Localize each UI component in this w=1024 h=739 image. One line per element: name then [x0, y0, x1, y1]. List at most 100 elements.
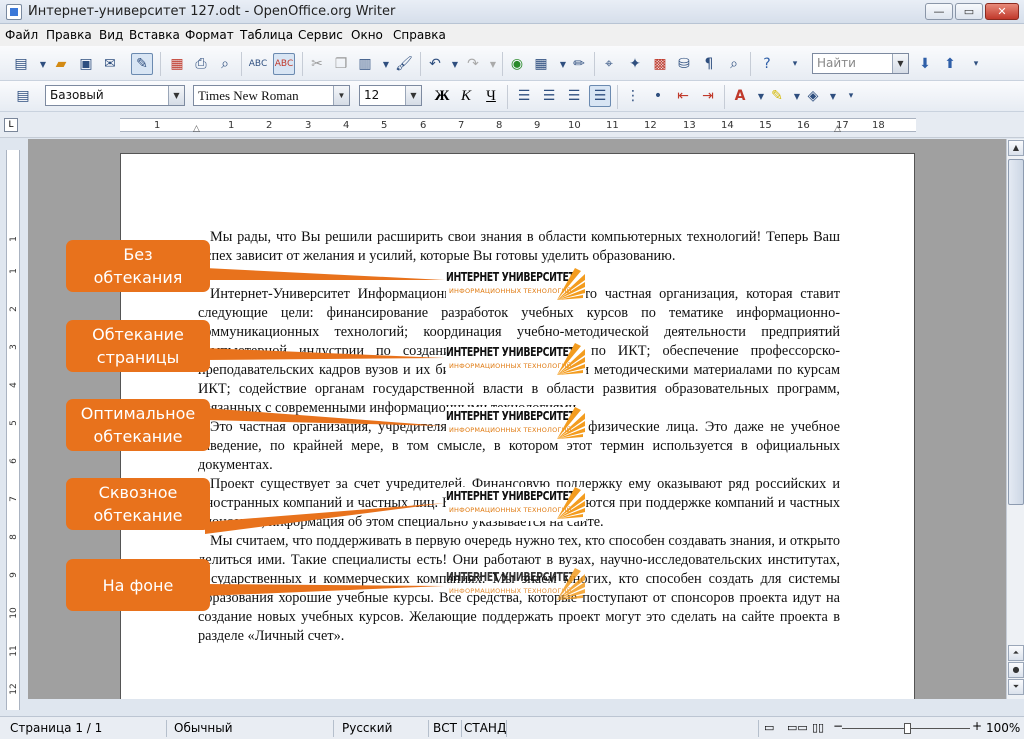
print-preview-icon[interactable]: ⌕: [214, 53, 236, 75]
find-input[interactable]: Найти ▼: [812, 53, 909, 74]
tab-stop-selector[interactable]: L: [4, 118, 18, 132]
find-replace-icon[interactable]: ⌖: [598, 53, 620, 75]
print-icon[interactable]: ⎙: [190, 53, 212, 75]
numbering-icon[interactable]: ⋮: [622, 85, 644, 107]
export-pdf-icon[interactable]: ▦: [166, 53, 188, 75]
zoom-in-icon[interactable]: +: [972, 719, 982, 733]
formatting-toolbar-options-icon[interactable]: ▾: [840, 85, 862, 107]
open-icon[interactable]: ▰: [50, 53, 72, 75]
navigation-icon[interactable]: ●: [1008, 662, 1024, 678]
increase-indent-icon[interactable]: ⇥: [697, 85, 719, 107]
paragraph-style-dropdown-icon[interactable]: ▼: [168, 86, 184, 105]
menu-view[interactable]: Вид: [99, 28, 123, 42]
save-icon[interactable]: ▣: [75, 53, 97, 75]
logo-image-page-wrap[interactable]: ИНТЕРНЕТ УНИВЕРСИТЕТ ИНФОРМАЦИОННЫХ ТЕХН…: [446, 343, 586, 377]
logo-image-through-wrap[interactable]: ИНТЕРНЕТ УНИВЕРСИТЕТ ИНФОРМАЦИОННЫХ ТЕХН…: [446, 487, 586, 521]
align-left-icon[interactable]: ☰: [513, 85, 535, 107]
callout-line: На фоне: [102, 575, 174, 595]
font-name-select[interactable]: Times New Roman ▼: [193, 85, 350, 106]
table-icon[interactable]: ▦: [530, 53, 552, 75]
menu-insert[interactable]: Вставка: [129, 28, 180, 42]
draw-functions-icon[interactable]: ✏: [568, 53, 590, 75]
vertical-scrollbar[interactable]: ▲ ⏶ ● ⏷: [1006, 139, 1024, 699]
selection-mode[interactable]: СТАНД: [464, 721, 506, 735]
copy-icon[interactable]: ❐: [330, 53, 352, 75]
font-size-dropdown-icon[interactable]: ▼: [405, 86, 421, 105]
horizontal-ruler[interactable]: 1 1 2 3 4 5 6 7 8 9 10 11 12 13 14 15 16…: [120, 118, 916, 134]
align-right-icon[interactable]: ☰: [563, 85, 585, 107]
page-style[interactable]: Обычный: [174, 721, 233, 735]
logo-image-no-wrap[interactable]: ИНТЕРНЕТ УНИВЕРСИТЕТ ИНФОРМАЦИОННЫХ ТЕХН…: [446, 268, 586, 302]
close-button[interactable]: ✕: [985, 3, 1019, 20]
navigator-icon[interactable]: ✦: [624, 53, 646, 75]
insert-mode[interactable]: ВСТ: [433, 721, 457, 735]
styles-formatting-icon[interactable]: ▤: [12, 85, 34, 107]
logo-image-optimal-wrap[interactable]: ИНТЕРНЕТ УНИВЕРСИТЕТ ИНФОРМАЦИОННЫХ ТЕХН…: [446, 407, 586, 441]
font-name-dropdown-icon[interactable]: ▼: [333, 86, 349, 105]
menu-window[interactable]: Окно: [351, 28, 383, 42]
page-indicator[interactable]: Страница 1 / 1: [10, 721, 102, 735]
paste-icon[interactable]: ▥: [354, 53, 376, 75]
menu-edit[interactable]: Правка: [46, 28, 92, 42]
italic-button[interactable]: К: [455, 85, 477, 107]
decrease-indent-icon[interactable]: ⇤: [672, 85, 694, 107]
hyperlink-icon[interactable]: ◉: [506, 53, 528, 75]
align-center-icon[interactable]: ☰: [538, 85, 560, 107]
bullets-icon[interactable]: •: [647, 85, 669, 107]
data-sources-icon[interactable]: ⛁: [673, 53, 695, 75]
find-next-icon[interactable]: ⬇: [914, 53, 936, 75]
view-single-page-icon[interactable]: ▭: [764, 721, 774, 734]
zoom-slider-knob[interactable]: [904, 723, 911, 734]
zoom-level[interactable]: 100%: [986, 721, 1020, 735]
logo-image-background[interactable]: ИНТЕРНЕТ УНИВЕРСИТЕТ ИНФОРМАЦИОННЫХ ТЕХН…: [446, 568, 586, 602]
redo-icon[interactable]: ↷: [462, 53, 484, 75]
next-page-icon[interactable]: ⏷: [1008, 679, 1024, 695]
menu-format[interactable]: Формат: [185, 28, 234, 42]
previous-page-icon[interactable]: ⏶: [1008, 645, 1024, 661]
toolbar-options-icon[interactable]: ▾: [784, 53, 806, 75]
right-indent-marker[interactable]: △: [834, 124, 841, 134]
formatting-marks-icon[interactable]: ¶: [698, 53, 720, 75]
spellcheck-icon[interactable]: ABC: [247, 53, 269, 75]
email-icon[interactable]: ✉: [99, 53, 121, 75]
menu-help[interactable]: Справка: [393, 28, 446, 42]
language-indicator[interactable]: Русский: [342, 721, 392, 735]
find-dropdown-icon[interactable]: ▼: [892, 54, 908, 73]
view-book-icon[interactable]: ▯▯: [812, 721, 824, 734]
bold-button[interactable]: Ж: [431, 85, 453, 107]
underline-button[interactable]: Ч: [480, 85, 502, 107]
paragraph-style-select[interactable]: Базовый ▼: [45, 85, 185, 106]
edit-mode-icon[interactable]: ✎: [131, 53, 153, 75]
find-toolbar-options-icon[interactable]: ▾: [965, 53, 987, 75]
help-icon[interactable]: ?: [756, 53, 778, 75]
logo-subtitle: ИНФОРМАЦИОННЫХ ТЕХНОЛОГИЙ: [449, 506, 572, 514]
autospellcheck-icon[interactable]: ABC: [273, 53, 295, 75]
callout-line: Сквозное: [98, 483, 178, 502]
clone-formatting-icon[interactable]: 🖌: [393, 53, 415, 75]
minimize-button[interactable]: —: [925, 3, 953, 20]
zoom-out-icon[interactable]: −: [833, 719, 843, 733]
font-size-select[interactable]: 12 ▼: [359, 85, 422, 106]
vertical-ruler[interactable]: 1 1 2 3 4 5 6 7 8 9 10 11 12: [6, 150, 20, 710]
menu-file[interactable]: Файл: [5, 28, 38, 42]
cut-icon[interactable]: ✂: [306, 53, 328, 75]
menu-tools[interactable]: Сервис: [298, 28, 343, 42]
scroll-thumb[interactable]: [1008, 159, 1024, 505]
paragraph[interactable]: Мы рады, что Вы решили расширить свои зн…: [198, 228, 840, 266]
gallery-icon[interactable]: ▩: [649, 53, 671, 75]
justify-icon[interactable]: ☰: [589, 85, 611, 107]
zoom-icon[interactable]: ⌕: [723, 53, 745, 75]
maximize-button[interactable]: ▭: [955, 3, 983, 20]
highlighting-icon[interactable]: ✎: [766, 85, 788, 107]
menu-table[interactable]: Таблица: [240, 28, 293, 42]
font-color-icon[interactable]: A: [729, 85, 751, 107]
find-previous-icon[interactable]: ⬆: [939, 53, 961, 75]
redo-dropdown-icon[interactable]: ▼: [482, 53, 504, 75]
document-page[interactable]: Мы рады, что Вы решили расширить свои зн…: [120, 153, 915, 699]
new-document-icon[interactable]: ▤: [10, 53, 32, 75]
view-multi-page-icon[interactable]: ▭▭: [787, 721, 808, 734]
undo-icon[interactable]: ↶: [424, 53, 446, 75]
background-color-icon[interactable]: ◈: [802, 85, 824, 107]
scroll-up-icon[interactable]: ▲: [1008, 140, 1024, 156]
left-indent-marker[interactable]: △: [193, 124, 200, 134]
